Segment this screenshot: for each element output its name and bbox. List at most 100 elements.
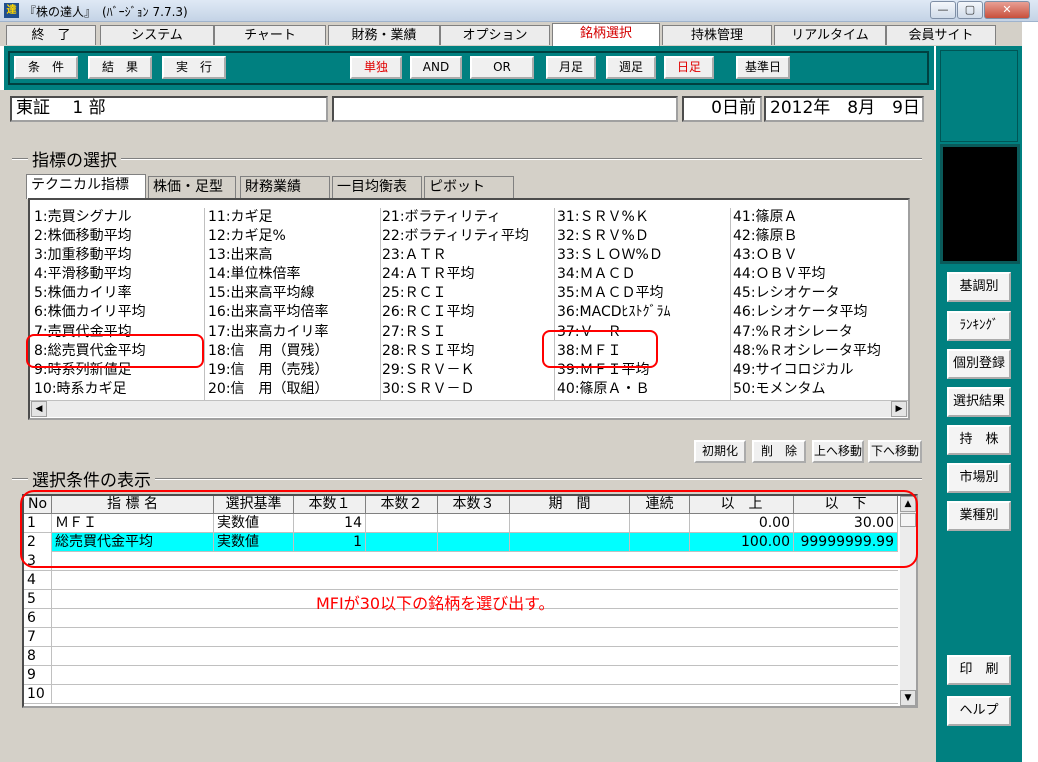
indicator-item[interactable]: 41:篠原Ａ [733,208,881,227]
indicator-item[interactable]: 33:ＳＬＯＷ%Ｄ [557,246,671,265]
indicator-item[interactable]: 48:%Ｒオシレータ平均 [733,342,881,361]
indicator-item[interactable]: 44:ＯＢＶ平均 [733,265,881,284]
tab-technical[interactable]: テクニカル指標 [26,174,146,199]
table-row[interactable]: 8 [24,647,898,666]
delete-button[interactable]: 削 除 [752,440,806,463]
indicator-item[interactable]: 49:サイコロジカル [733,361,881,380]
indicator-item[interactable]: 13:出来高 [208,246,329,265]
indicator-item[interactable]: 29:ＳＲＶ－Ｋ [382,361,529,380]
menu-tab-holdings[interactable]: 持株管理 [662,25,772,45]
indicator-item[interactable]: 24:ＡＴＲ平均 [382,265,529,284]
indicator-item[interactable]: 6:株価カイリ平均 [34,303,146,322]
indicator-item[interactable]: 40:篠原Ａ・Ｂ [557,380,671,399]
individual-register-button[interactable]: 個別登録 [947,349,1011,379]
indicator-item[interactable]: 34:ＭＡＣＤ [557,265,671,284]
cell-no: 4 [24,571,52,590]
indicator-item[interactable]: 47:%Ｒオシレータ [733,323,881,342]
indicator-item[interactable]: 25:ＲＣＩ [382,284,529,303]
menu-tab-realtime[interactable]: リアルタイム [774,25,886,45]
indicator-item[interactable]: 11:カギ足 [208,208,329,227]
menu-tab-stock-selection[interactable]: 銘柄選択 [552,23,660,46]
indicator-item[interactable]: 36:MACDﾋｽﾄｸﾞﾗﾑ [557,303,671,322]
menu-tab-exit[interactable]: 終 了 [6,25,96,45]
indicator-item[interactable]: 27:ＲＳＩ [382,323,529,342]
base-date-button[interactable]: 基準日 [736,56,790,79]
daily-button[interactable]: 日足 [664,56,714,79]
conditions-button[interactable]: 条 件 [14,56,78,79]
table-row[interactable]: 7 [24,628,898,647]
indicator-item[interactable]: 32:ＳＲＶ%Ｄ [557,227,671,246]
indicator-item[interactable]: 45:レシオケータ [733,284,881,303]
cell-no: 8 [24,647,52,666]
tab-pivot[interactable]: ピボット [424,176,514,198]
menu-tab-chart[interactable]: チャート [214,25,326,45]
column-divider [204,208,205,400]
indicator-item[interactable]: 17:出来高カイリ率 [208,323,329,342]
indicator-item[interactable]: 19:信 用（売残） [208,361,329,380]
close-button[interactable]: ✕ [984,1,1030,19]
help-button[interactable]: ヘルプ [947,696,1011,726]
results-button[interactable]: 結 果 [88,56,152,79]
tab-financial[interactable]: 財務業績 [240,176,330,198]
menu-tab-finance[interactable]: 財務・業績 [328,25,440,45]
move-up-button[interactable]: 上へ移動 [812,440,864,463]
indicator-item[interactable]: 2:株価移動平均 [34,227,146,246]
indicator-item[interactable]: 16:出来高平均倍率 [208,303,329,322]
menu-tab-system[interactable]: システム [100,25,214,45]
indicator-item[interactable]: 35:ＭＡＣＤ平均 [557,284,671,303]
scroll-left-icon[interactable]: ◀ [31,401,47,417]
indicator-item[interactable]: 10:時系カギ足 [34,380,146,399]
mode-single-button[interactable]: 単独 [350,56,402,79]
ranking-button[interactable]: ﾗﾝｷﾝｸﾞ [947,311,1011,341]
maximize-button[interactable]: ▢ [957,1,983,19]
indicator-item[interactable]: 3:加重移動平均 [34,246,146,265]
column-divider [554,208,555,400]
scroll-right-icon[interactable]: ▶ [891,401,907,417]
mode-and-button[interactable]: AND [410,56,462,79]
minimize-button[interactable]: — [930,1,956,19]
indicator-item[interactable]: 15:出来高平均線 [208,284,329,303]
by-market-button[interactable]: 市場別 [947,463,1011,493]
move-down-button[interactable]: 下へ移動 [868,440,922,463]
table-row[interactable]: 4 [24,571,898,590]
reset-button[interactable]: 初期化 [694,440,746,463]
indicator-item[interactable]: 23:ＡＴＲ [382,246,529,265]
mode-or-button[interactable]: OR [470,56,534,79]
indicator-item[interactable]: 14:単位株倍率 [208,265,329,284]
holdings-button[interactable]: 持 株 [947,425,1011,455]
table-row[interactable]: 10 [24,685,898,704]
indicator-item[interactable]: 26:ＲＣＩ平均 [382,303,529,322]
column-divider [730,208,731,400]
trend-button[interactable]: 基調別 [947,272,1011,302]
monthly-button[interactable]: 月足 [546,56,596,79]
highlight-mfi [542,330,658,368]
menu-tab-member-site[interactable]: 会員サイト [886,25,996,45]
print-button[interactable]: 印 刷 [947,655,1011,685]
indicator-item[interactable]: 46:レシオケータ平均 [733,303,881,322]
window-title: 『株の達人』 (ﾊﾞｰｼﾞｮﾝ 7.7.3) [24,5,188,19]
indicator-item[interactable]: 5:株価カイリ率 [34,284,146,303]
indicator-item[interactable]: 4:平滑移動平均 [34,265,146,284]
indicator-item[interactable]: 31:ＳＲＶ%Ｋ [557,208,671,227]
scroll-down-icon[interactable]: ▼ [900,690,916,706]
table-row[interactable]: 9 [24,666,898,685]
indicator-item[interactable]: 1:売買シグナル [34,208,146,227]
horizontal-scrollbar[interactable] [30,400,908,417]
indicator-item[interactable]: 20:信 用（取組） [208,380,329,399]
indicator-item[interactable]: 50:モメンタム [733,380,881,399]
weekly-button[interactable]: 週足 [606,56,656,79]
indicator-item[interactable]: 28:ＲＳＩ平均 [382,342,529,361]
tab-price-pattern[interactable]: 株価・足型 [148,176,236,198]
tab-ichimoku[interactable]: 一目均衡表 [332,176,422,198]
indicator-item[interactable]: 12:カギ足% [208,227,329,246]
selection-results-button[interactable]: 選択結果 [947,387,1011,417]
by-industry-button[interactable]: 業種別 [947,501,1011,531]
menu-tab-options[interactable]: オプション [440,25,550,45]
indicator-item[interactable]: 22:ボラティリティ平均 [382,227,529,246]
execute-button[interactable]: 実 行 [162,56,226,79]
indicator-item[interactable]: 18:信 用（買残） [208,342,329,361]
indicator-item[interactable]: 42:篠原Ｂ [733,227,881,246]
indicator-item[interactable]: 21:ボラティリティ [382,208,529,227]
indicator-item[interactable]: 43:ＯＢＶ [733,246,881,265]
indicator-item[interactable]: 30:ＳＲＶ－Ｄ [382,380,529,399]
